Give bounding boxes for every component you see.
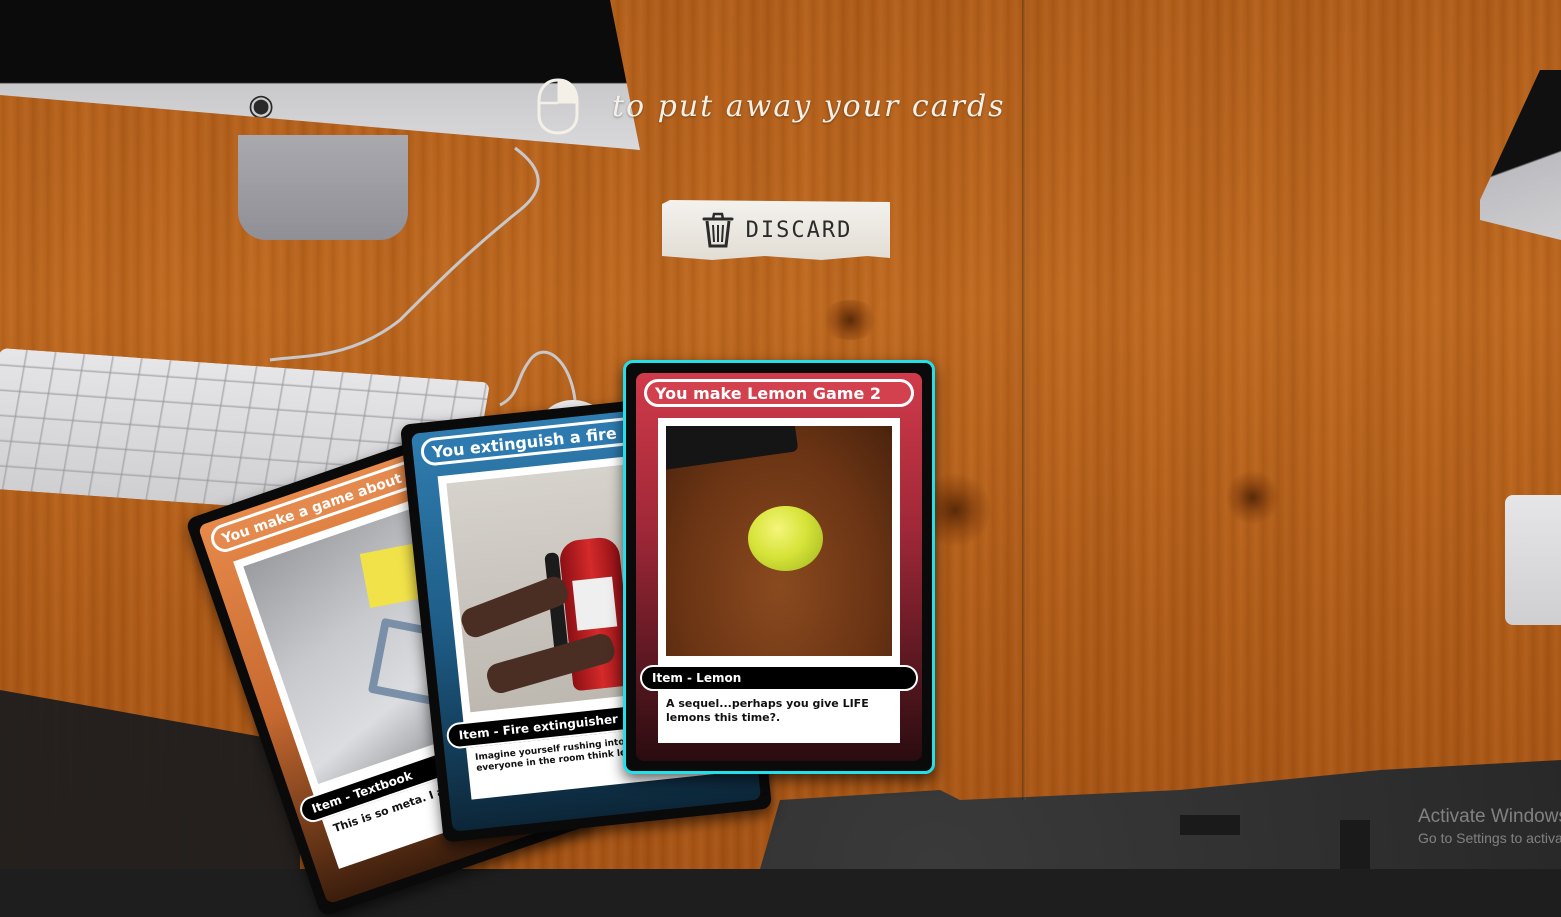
card-type: Item - Lemon: [640, 665, 918, 691]
hint-text: to put away your cards: [612, 88, 1006, 124]
discard-button[interactable]: DISCARD: [662, 200, 890, 260]
keyboard-right: [1505, 495, 1561, 625]
card-frame: You make Lemon Game 2 Item - Lemon A seq…: [636, 373, 922, 761]
card-title: You make Lemon Game 2: [644, 379, 914, 407]
trash-can-icon: [702, 212, 734, 248]
card-description: A sequel...perhaps you give LIFE lemons …: [658, 691, 900, 743]
lemon: [748, 506, 823, 571]
watermark-title: Activate Windows: [1418, 806, 1561, 827]
extinguisher-label: [572, 576, 618, 631]
lemon-photo: [666, 426, 892, 656]
discard-label: DISCARD: [745, 217, 853, 243]
hand-card-lemon-game-2[interactable]: You make Lemon Game 2 Item - Lemon A seq…: [623, 360, 935, 774]
desk-object: [666, 426, 799, 471]
watermark-subtitle: Go to Settings to activate Windows.: [1418, 830, 1561, 846]
windows-activation-watermark: Activate Windows Go to Settings to activ…: [1418, 806, 1561, 846]
card-photo: [658, 418, 900, 668]
right-mouse-button-icon: [537, 78, 579, 135]
put-away-hint: to put away your cards: [536, 76, 1006, 136]
